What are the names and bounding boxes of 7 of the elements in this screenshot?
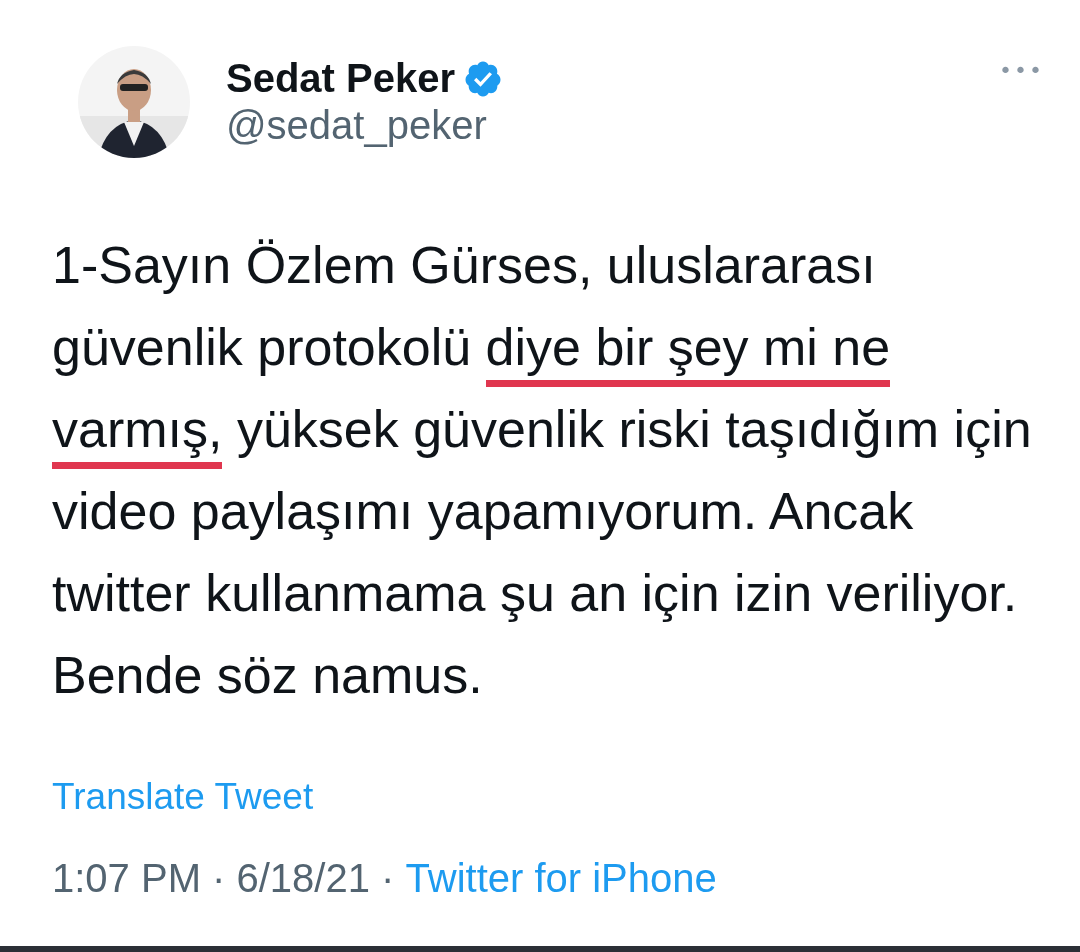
tweet-timestamp: 1:07 PM · 6/18/21 · (52, 856, 396, 901)
more-button[interactable]: ••• (999, 58, 1044, 83)
source-link[interactable]: Twitter for iPhone (405, 856, 717, 901)
author-name[interactable]: Sedat Peker (226, 56, 456, 101)
author-handle[interactable]: @sedat_peker (226, 103, 504, 148)
tweet-text: 1-Sayın Özlem Gürses, uluslararası güvenlik protokolü diye bir şey mi ne varmış, yüksek güvenlik riski taşıdığım için video paylaşımı yapamıyorum. Ancak twitter kullanmama şu an için izin veriliyor. Bende söz namus. (52, 235, 1033, 706)
translate-link[interactable]: Translate Tweet (52, 776, 314, 818)
